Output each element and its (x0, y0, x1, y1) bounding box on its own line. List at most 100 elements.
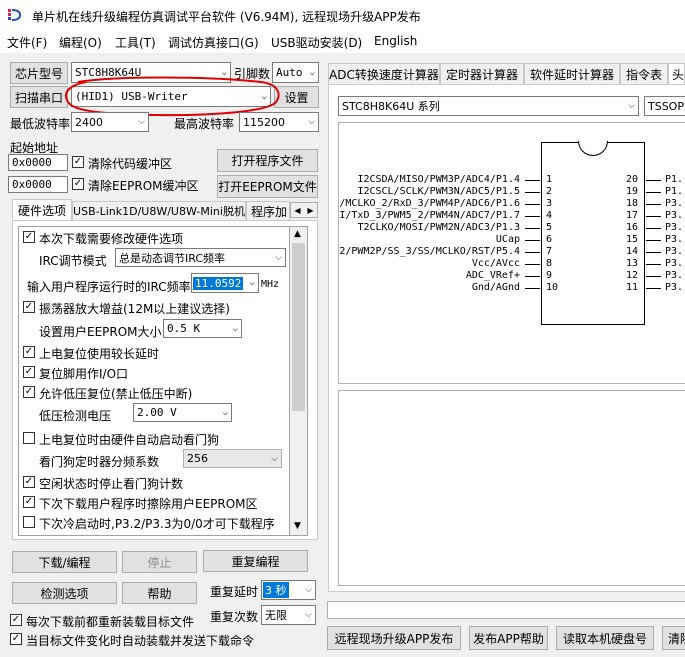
chevron-down-icon: ⌵ (275, 252, 282, 263)
irc-freq-value: 11.0592 (193, 276, 244, 290)
right-pin-row: 19 P1. (618, 186, 685, 198)
right-pin-row: 11 P3. (618, 282, 685, 294)
options-list: ✓ 本次下载需要修改硬件选项 IRC调节模式 总是动态调节IRC频率 ⌵ 输入用… (18, 226, 290, 536)
arrow-right-icon: ▶ (307, 205, 314, 215)
clear-eeprom-checkbox[interactable]: ✓ (72, 178, 84, 190)
low-voltage-label: 低压检测电压 (39, 409, 112, 423)
tab-timer-calculator[interactable]: 定时器计算器 (440, 63, 524, 84)
code-address-input[interactable]: 0x0000 (8, 154, 68, 171)
chevron-down-icon: ⌵ (628, 101, 635, 111)
pin-line (646, 276, 661, 277)
min-baud-select[interactable]: 2400 ⌵ (71, 112, 149, 132)
eeprom-address-input[interactable]: 0x0000 (8, 176, 68, 193)
tab-adc-calculator[interactable]: ADC转换速度计算器 (328, 63, 440, 84)
window-title: 单片机在线升级编程仿真调试平台软件 (V6.94M), 远程现场升级APP发布 (32, 10, 421, 24)
option-hw-wdt-label: 上电复位时由硬件自动启动看门狗 (39, 433, 220, 447)
repeat-delay-select[interactable]: 3 秒 ⌵ (261, 580, 316, 600)
chevron-down-icon: ⌵ (305, 585, 312, 595)
pin-label: I2CSCL/SCLK/PWM3N/ADC5/P1.5 (357, 186, 520, 197)
auto-download-checkbox[interactable]: ✓ (10, 633, 22, 645)
pin-line (646, 288, 661, 289)
option-idle-wdt-checkbox[interactable]: ✓ (23, 476, 35, 488)
pin-number: 6 (546, 234, 553, 245)
options-scrollbar[interactable]: ▲ ▼ (290, 226, 308, 536)
publish-help-button[interactable]: 发布APP帮助 (469, 626, 548, 650)
option-idle-wdt-label: 空闲状态时停止看门狗计数 (39, 477, 184, 491)
option-osc-gain-checkbox[interactable]: ✓ (23, 301, 35, 313)
option-lvr-checkbox[interactable]: ✓ (23, 386, 35, 398)
menu-tools[interactable]: 工具(T) (115, 34, 156, 51)
clear-button[interactable]: 清除 (662, 626, 685, 650)
option-hw-wdt-checkbox[interactable] (23, 432, 35, 444)
pin-label: I/TxD_3/PWM5_2/PWM4N/ADC7/P1.7 (339, 210, 520, 221)
menu-program[interactable]: 编程(O) (59, 34, 102, 51)
tab-instruction-table[interactable]: 指令表 (620, 63, 668, 84)
stop-button[interactable]: 停止 (122, 551, 197, 573)
option-reset-io-checkbox[interactable]: ✓ (23, 366, 35, 378)
menu-usb-driver[interactable]: USB驱动安装(D) (271, 34, 362, 51)
irc-mode-select[interactable]: 总是动态调节IRC频率 ⌵ (115, 248, 286, 267)
pin-line (525, 264, 540, 265)
horizontal-scrollbar[interactable] (328, 592, 685, 598)
arrow-left-icon: ◀ (294, 205, 301, 215)
pin-number: 8 (546, 258, 553, 269)
irc-freq-select[interactable]: 11.0592 ⌵ (191, 273, 259, 293)
pin-line (646, 204, 661, 205)
detect-options-button[interactable]: 检测选项 (12, 582, 117, 604)
left-pin-row: I2CSCL/SCLK/PWM3N/ADC5/P1.5 2 (338, 186, 558, 198)
scroll-up-icon[interactable]: ▲ (294, 229, 301, 239)
left-pin-row: Gnd/AGnd 10 (338, 282, 558, 294)
download-button[interactable]: 下载/编程 (12, 551, 117, 573)
option-erase-eeprom-checkbox[interactable]: ✓ (23, 496, 35, 508)
chevron-down-icon: ⌵ (305, 610, 312, 620)
pin-number: 18 (626, 198, 639, 209)
series-select[interactable]: STC8H8K64U 系列 ⌵ (338, 96, 639, 116)
tab-hardware-options[interactable]: 硬件选项 (12, 199, 72, 220)
option-long-delay-checkbox[interactable]: ✓ (23, 346, 35, 358)
reprogram-button[interactable]: 重复编程 (203, 550, 308, 572)
pin-line (525, 288, 540, 289)
pin-line (525, 192, 540, 193)
reload-each-checkbox[interactable]: ✓ (10, 614, 22, 626)
pin-number: 3 (546, 198, 553, 209)
min-baud-label: 最低波特率 (10, 117, 71, 131)
help-button[interactable]: 帮助 (122, 582, 197, 604)
tab-header-more[interactable]: 头 (668, 63, 685, 84)
eeprom-size-value: 0.5 K (167, 322, 201, 335)
pin-number: 11 (626, 282, 639, 293)
max-baud-label: 最高波特率 (174, 117, 235, 131)
left-pin-row: ADC_VRef+ 9 (338, 270, 558, 282)
left-pin-row: T2CLKO/MOSI/PWM2N/ADC3/P1.3 5 (338, 222, 558, 234)
publish-app-button[interactable]: 远程现场升级APP发布 (327, 626, 461, 650)
open-program-file-button[interactable]: 打开程序文件 (217, 149, 318, 172)
low-voltage-select[interactable]: 2.00 V ⌵ (133, 403, 232, 422)
menu-file[interactable]: 文件(F) (7, 34, 47, 51)
open-eeprom-file-button[interactable]: 打开EEPROM文件 (217, 175, 318, 198)
menu-debug[interactable]: 调试仿真接口(G) (168, 34, 259, 51)
pin-number: 16 (626, 222, 639, 233)
wdt-divider-select[interactable]: 256 ⌵ (183, 449, 282, 468)
tab-scroll-arrows[interactable]: ◀ ▶ (290, 202, 318, 218)
clear-code-checkbox[interactable]: ✓ (72, 156, 84, 168)
eeprom-size-select[interactable]: 0.5 K ⌵ (163, 319, 242, 338)
pin-label: UCap (495, 234, 520, 245)
read-disk-button[interactable]: 读取本机硬盘号 (556, 626, 654, 650)
max-baud-select[interactable]: 115200 ⌵ (239, 112, 319, 132)
pin-label: ADC_VRef+ (465, 270, 520, 281)
menu-english[interactable]: English (374, 34, 417, 48)
scroll-down-icon[interactable]: ▼ (294, 521, 301, 531)
pin-label: P3. (665, 210, 684, 221)
right-pin-row: 18 P3. (618, 198, 685, 210)
chevron-down-icon: ⌵ (308, 117, 315, 127)
package-select[interactable]: TSSOP2 (644, 96, 685, 116)
clear-code-label: 清除代码缓冲区 (88, 157, 173, 171)
option-p32-p33-checkbox[interactable] (23, 516, 35, 528)
repeat-count-value: 无限 (265, 609, 287, 622)
clear-eeprom-label: 清除EEPROM缓冲区 (88, 179, 199, 193)
tab-program-more[interactable]: 程序加 (246, 201, 290, 220)
repeat-count-select[interactable]: 无限 ⌵ (261, 605, 316, 625)
tab-delay-calculator[interactable]: 软件延时计算器 (524, 63, 620, 84)
tab-usb-link[interactable]: USB-Link1D/U8W/U8W-Mini脱机 (72, 201, 246, 220)
option-modify-hw-checkbox[interactable]: ✓ (23, 231, 35, 243)
scroll-thumb[interactable] (292, 243, 305, 411)
